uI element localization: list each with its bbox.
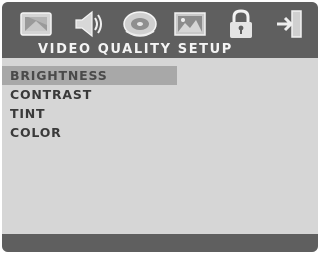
osd-screen: VIDEO QUALITY SETUP BRIGHTNESS CONTRAST … [0, 0, 320, 254]
general-setup-icon[interactable] [16, 7, 56, 41]
exit-icon[interactable] [270, 7, 310, 41]
video-picture-icon[interactable] [170, 7, 210, 41]
page-title: VIDEO QUALITY SETUP [38, 42, 233, 57]
footer-bar [2, 234, 318, 252]
header-bar: VIDEO QUALITY SETUP [2, 2, 318, 58]
menu-item-color[interactable]: COLOR [2, 123, 177, 142]
setup-icon-row [2, 7, 318, 41]
dolby-disc-icon[interactable] [120, 7, 160, 41]
setup-panel: VIDEO QUALITY SETUP BRIGHTNESS CONTRAST … [2, 2, 318, 252]
menu-item-brightness[interactable]: BRIGHTNESS [2, 66, 177, 85]
video-quality-menu: BRIGHTNESS CONTRAST TINT COLOR [2, 66, 318, 142]
lock-icon[interactable] [221, 7, 261, 41]
audio-speaker-icon[interactable] [68, 7, 108, 41]
menu-item-contrast[interactable]: CONTRAST [2, 85, 177, 104]
menu-item-tint[interactable]: TINT [2, 104, 177, 123]
